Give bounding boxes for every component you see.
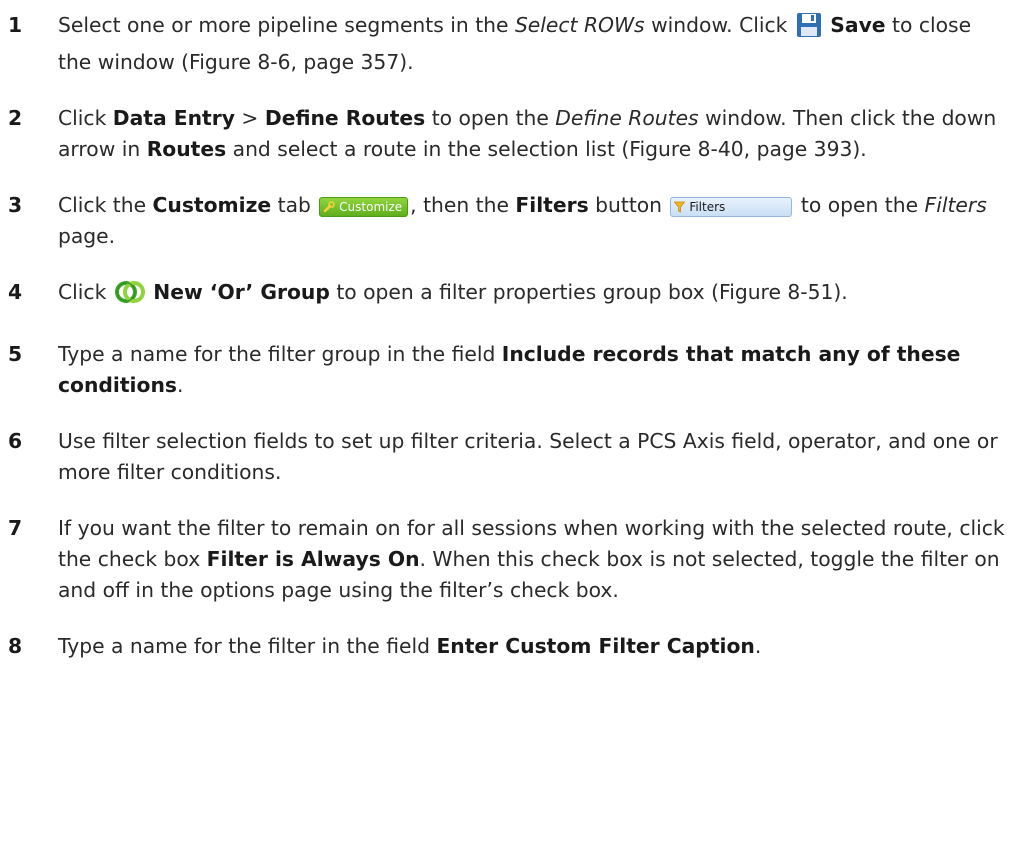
step-text: , then the <box>410 193 516 217</box>
field-name: Enter Custom Filter Caption <box>436 634 755 658</box>
or-group-icon <box>114 279 145 314</box>
customize-tab-label: Customize <box>339 200 403 214</box>
step-number: 8 <box>8 634 23 658</box>
step-number: 5 <box>8 342 23 366</box>
step-text: Click <box>58 280 113 304</box>
checkbox-name: Filter is Always On <box>206 547 420 571</box>
customize-label: Customize <box>152 193 272 217</box>
step-8: 8 Type a name for the filter in the field… <box>0 631 1021 662</box>
menu-define-routes: Define Routes <box>264 106 426 130</box>
filters-label: Filters <box>515 193 589 217</box>
step-text: . <box>754 634 762 658</box>
filters-button-label: Filters <box>689 200 726 214</box>
step-3: 3 Click the Customize tab Customize , then… <box>0 190 1021 252</box>
step-text: page. <box>58 224 116 248</box>
step-text: Type a name for the filter in the field <box>58 634 437 658</box>
step-5: 5 Type a name for the filter group in the… <box>0 339 1021 401</box>
window-name: Select ROWs <box>514 13 645 37</box>
step-text: Use filter selection fields to set up fi… <box>58 429 998 484</box>
step-text: and select a route in the selection list… <box>226 137 867 161</box>
page-name: Filters <box>924 193 987 217</box>
step-text: to open a filter properties group box (F… <box>329 280 848 304</box>
step-7: 7 If you want the filter to remain on for… <box>0 513 1021 606</box>
step-4: 4 Click New ‘Or’ Group to open a filter p… <box>0 277 1021 314</box>
step-number: 6 <box>8 429 23 453</box>
step-text: Select one or more pipeline segments in … <box>58 13 515 37</box>
step-text: . <box>176 373 184 397</box>
step-2: 2 Click Data Entry > Define Routes to ope… <box>0 103 1021 165</box>
save-disk-icon <box>796 12 822 47</box>
step-text: to open the <box>794 193 925 217</box>
window-name: Define Routes <box>555 106 699 130</box>
step-text: tab <box>271 193 318 217</box>
procedure-steps: 1 Select one or more pipeline segments in… <box>0 0 1021 662</box>
step-text: Click <box>58 106 113 130</box>
step-text: Type a name for the filter group in the … <box>58 342 502 366</box>
step-text: > <box>234 106 265 130</box>
step-number: 1 <box>8 13 23 37</box>
routes-field-name: Routes <box>146 137 227 161</box>
menu-data-entry: Data Entry <box>112 106 235 130</box>
step-number: 2 <box>8 106 23 130</box>
filters-button[interactable]: Filters <box>670 197 793 217</box>
funnel-icon <box>674 201 686 213</box>
step-number: 3 <box>8 193 23 217</box>
customize-tab-button[interactable]: Customize <box>319 197 409 217</box>
step-1: 1 Select one or more pipeline segments in… <box>0 10 1021 78</box>
wrench-icon <box>324 201 336 213</box>
step-number: 7 <box>8 516 23 540</box>
step-number: 4 <box>8 280 23 304</box>
save-label: Save <box>830 13 886 37</box>
step-text: button <box>588 193 669 217</box>
step-text: window. Click <box>644 13 794 37</box>
step-text: Click the <box>58 193 153 217</box>
new-or-group-label: New ‘Or’ Group <box>153 280 330 304</box>
step-6: 6 Use filter selection fields to set up f… <box>0 426 1021 488</box>
step-text: to open the <box>425 106 556 130</box>
